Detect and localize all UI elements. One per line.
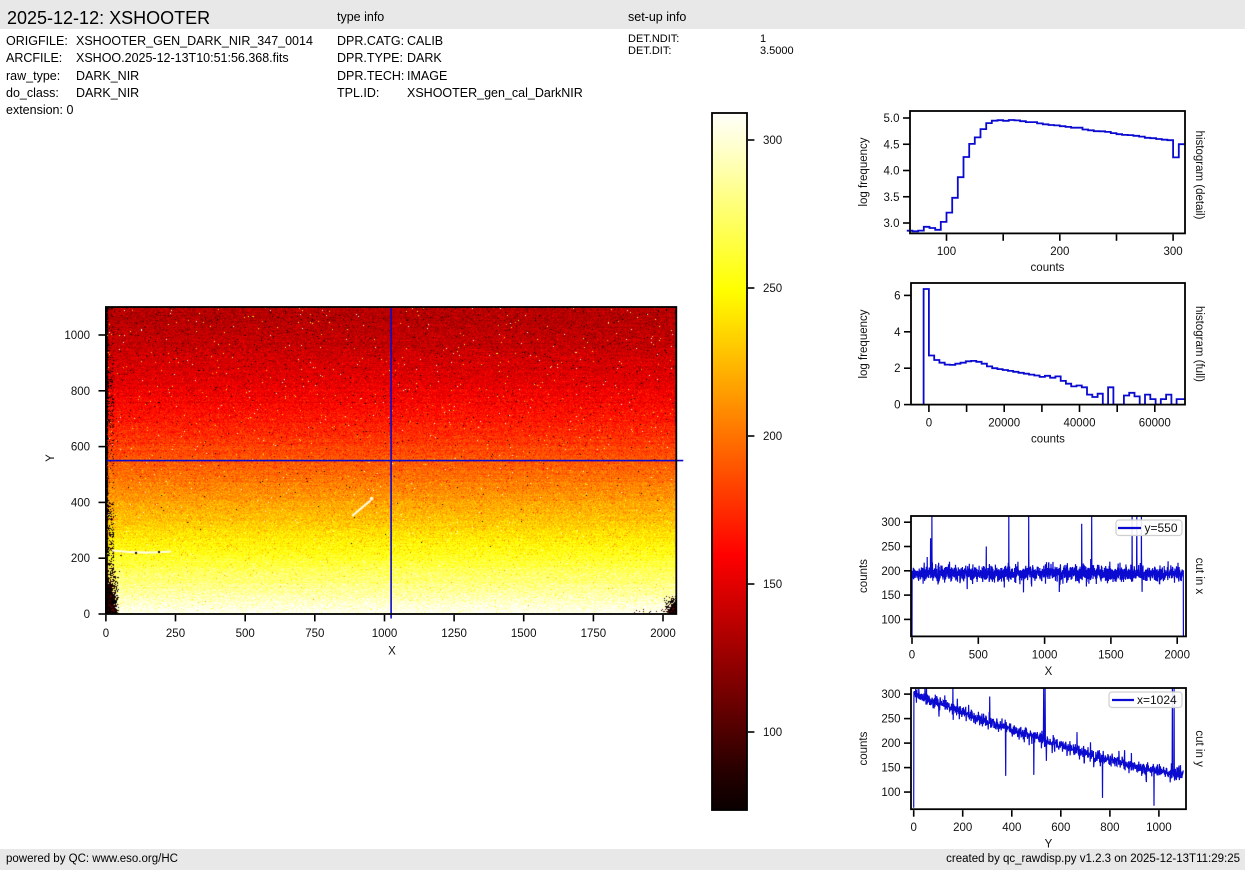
svg-text:log frequency: log frequency	[858, 309, 870, 378]
svg-text:150: 150	[881, 590, 900, 602]
svg-text:X: X	[1045, 666, 1053, 678]
svg-text:400: 400	[1002, 822, 1021, 834]
svg-text:histogram (full): histogram (full)	[1193, 306, 1205, 382]
svg-text:750: 750	[305, 628, 324, 640]
svg-text:200: 200	[881, 566, 900, 578]
svg-text:1000: 1000	[1146, 822, 1172, 834]
svg-text:cut in y: cut in y	[1193, 730, 1205, 767]
svg-text:0: 0	[84, 609, 90, 621]
svg-text:0: 0	[103, 628, 109, 640]
svg-text:200: 200	[763, 431, 782, 443]
svg-text:0: 0	[909, 649, 915, 661]
svg-text:4.0: 4.0	[884, 166, 900, 178]
svg-text:counts: counts	[858, 559, 870, 593]
svg-text:100: 100	[881, 614, 900, 626]
svg-text:200: 200	[881, 738, 900, 750]
svg-text:250: 250	[166, 628, 185, 640]
svg-text:1000: 1000	[372, 628, 398, 640]
svg-text:4.5: 4.5	[884, 139, 900, 151]
svg-text:500: 500	[969, 649, 988, 661]
svg-text:1500: 1500	[1098, 649, 1124, 661]
svg-text:4: 4	[894, 327, 901, 339]
svg-text:200: 200	[71, 553, 90, 565]
svg-text:5.0: 5.0	[884, 113, 900, 125]
svg-text:250: 250	[763, 283, 782, 295]
svg-text:800: 800	[71, 386, 90, 398]
svg-text:0: 0	[894, 400, 900, 412]
svg-text:Y: Y	[45, 454, 57, 462]
svg-text:600: 600	[1051, 822, 1070, 834]
svg-text:counts: counts	[858, 731, 870, 765]
svg-text:1000: 1000	[64, 330, 90, 342]
svg-text:1500: 1500	[511, 628, 537, 640]
svg-text:100: 100	[937, 246, 956, 258]
svg-text:2: 2	[894, 363, 900, 375]
svg-text:250: 250	[881, 714, 900, 726]
svg-text:counts: counts	[1031, 262, 1065, 274]
svg-text:1750: 1750	[581, 628, 607, 640]
svg-text:6: 6	[894, 290, 900, 302]
svg-text:X: X	[388, 646, 396, 658]
svg-text:1000: 1000	[1032, 649, 1058, 661]
svg-text:100: 100	[763, 727, 782, 739]
svg-text:200: 200	[953, 822, 972, 834]
svg-text:3.5: 3.5	[884, 192, 900, 204]
svg-text:500: 500	[236, 628, 255, 640]
svg-text:200: 200	[1050, 246, 1069, 258]
svg-text:0: 0	[926, 418, 932, 430]
svg-text:x=1024: x=1024	[1137, 693, 1177, 707]
svg-text:400: 400	[71, 497, 90, 509]
svg-text:100: 100	[881, 787, 900, 799]
svg-text:300: 300	[763, 135, 782, 147]
svg-text:cut in x: cut in x	[1193, 558, 1205, 595]
svg-text:1250: 1250	[441, 628, 467, 640]
svg-text:log frequency: log frequency	[858, 137, 870, 206]
svg-text:300: 300	[1164, 246, 1183, 258]
svg-text:3.0: 3.0	[884, 218, 900, 230]
svg-text:histogram (detail): histogram (detail)	[1193, 131, 1205, 220]
svg-text:60000: 60000	[1139, 418, 1171, 430]
svg-text:counts: counts	[1031, 434, 1065, 446]
svg-text:600: 600	[71, 442, 90, 454]
svg-text:2000: 2000	[650, 628, 676, 640]
svg-text:40000: 40000	[1064, 418, 1096, 430]
svg-text:150: 150	[763, 579, 782, 591]
svg-text:2000: 2000	[1164, 649, 1190, 661]
svg-text:300: 300	[881, 517, 900, 529]
svg-text:800: 800	[1100, 822, 1119, 834]
svg-text:150: 150	[881, 763, 900, 775]
svg-text:250: 250	[881, 542, 900, 554]
svg-text:y=550: y=550	[1145, 521, 1178, 535]
svg-text:0: 0	[910, 822, 916, 834]
svg-text:20000: 20000	[988, 418, 1020, 430]
svg-text:300: 300	[881, 689, 900, 701]
